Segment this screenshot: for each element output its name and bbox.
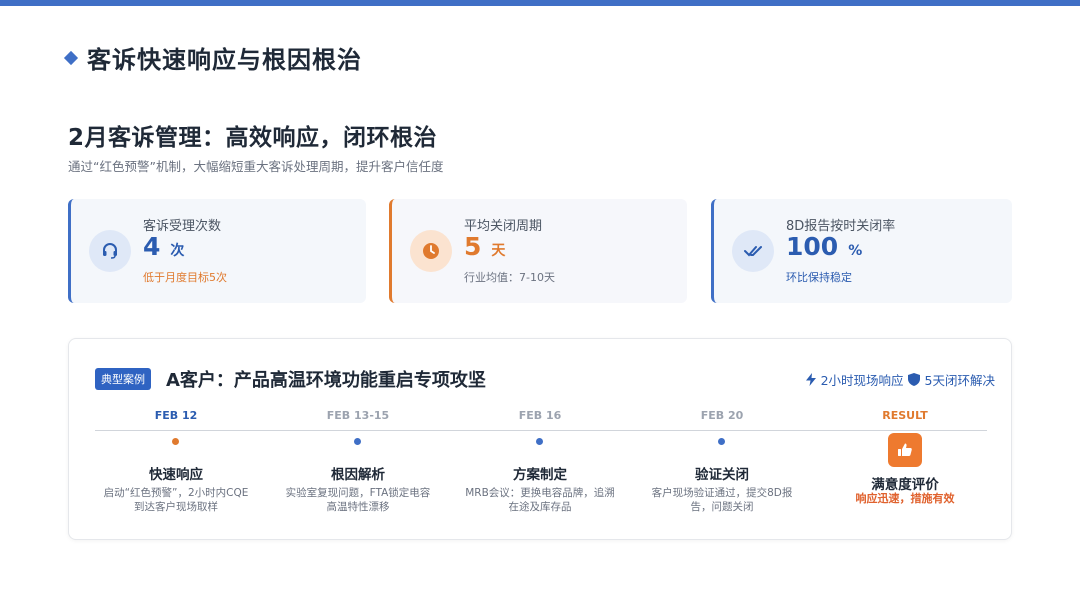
headline: 2月客诉管理：高效响应，闭环根治 — [68, 125, 438, 151]
timeline-dot — [718, 438, 725, 445]
timeline-date: FEB 13-15 — [326, 409, 390, 422]
case-badges: 2小时现场响应 5天闭环解决 — [802, 370, 995, 389]
timeline-date: RESULT — [882, 409, 928, 422]
resolve-badge: 5天闭环解决 — [907, 370, 995, 389]
kpi-value: 100 % — [786, 232, 862, 261]
kpi-card-8d-rate: 8D报告按时关闭率 100 % 环比保持稳定 — [711, 199, 1012, 303]
kpi-number: 4 — [143, 232, 161, 261]
kpi-number: 5 — [464, 232, 482, 261]
kpi-note: 环比保持稳定 — [786, 271, 852, 284]
kpi-number: 100 — [786, 232, 839, 261]
check-double-icon — [732, 230, 774, 272]
kpi-note: 低于月度目标5次 — [143, 271, 227, 284]
kpi-unit: 天 — [491, 243, 506, 259]
timeline-step-name: 满意度评价 — [871, 477, 939, 493]
timeline-step-desc: 启动“红色预警”，2小时内CQE到达客户现场取样 — [103, 487, 249, 513]
case-title: A客户：产品高温环境功能重启专项攻坚 — [166, 370, 486, 391]
timeline-line — [95, 430, 987, 431]
subline: 通过“红色预警”机制，大幅缩短重大客诉处理周期，提升客户信任度 — [68, 159, 444, 174]
timeline-date: FEB 20 — [700, 409, 744, 422]
kpi-value: 5 天 — [464, 232, 505, 261]
clock-icon — [410, 230, 452, 272]
timeline-step-desc: 响应迅速，措施有效 — [855, 492, 955, 505]
timeline-step-name: 验证关闭 — [695, 467, 749, 483]
timeline-date: FEB 16 — [518, 409, 562, 422]
lightning-icon — [805, 373, 816, 386]
timeline-step-name: 快速响应 — [149, 467, 203, 483]
response-badge: 2小时现场响应 — [805, 370, 904, 389]
kpi-note: 行业均值：7-10天 — [464, 271, 555, 284]
timeline-date: FEB 12 — [154, 409, 198, 422]
page-title: 客诉快速响应与根因根治 — [63, 40, 362, 75]
top-accent-bar — [0, 0, 1080, 6]
timeline-step-desc: 实验室复现问题，FTA锁定电容高温特性漂移 — [285, 487, 431, 513]
kpi-unit: % — [848, 243, 863, 259]
timeline-dot — [354, 438, 361, 445]
diamond-bullet-icon — [63, 50, 79, 65]
kpi-value: 4 次 — [143, 232, 184, 261]
response-badge-text: 2小时现场响应 — [820, 373, 904, 388]
thumbs-up-icon — [888, 433, 922, 467]
timeline-step-desc: MRB会议：更换电容品牌，追溯在途及库存品 — [465, 487, 615, 513]
page-title-text: 客诉快速响应与根因根治 — [87, 46, 362, 74]
timeline-dot — [172, 438, 179, 445]
timeline-step-name: 方案制定 — [513, 467, 567, 483]
kpi-unit: 次 — [170, 243, 185, 259]
headset-icon — [89, 230, 131, 272]
timeline-step-name: 根因解析 — [331, 467, 385, 483]
timeline-dot — [536, 438, 543, 445]
shield-icon — [907, 373, 920, 386]
case-card: 典型案例 A客户：产品高温环境功能重启专项攻坚 2小时现场响应 5天闭环解决 F… — [68, 338, 1012, 540]
kpi-card-complaints: 客诉受理次数 4 次 低于月度目标5次 — [68, 199, 366, 303]
timeline-step-desc: 客户现场验证通过，提交8D报告，问题关闭 — [651, 487, 793, 513]
kpi-card-close-cycle: 平均关闭周期 5 天 行业均值：7-10天 — [389, 199, 687, 303]
resolve-badge-text: 5天闭环解决 — [924, 373, 995, 388]
case-tag: 典型案例 — [95, 368, 151, 390]
